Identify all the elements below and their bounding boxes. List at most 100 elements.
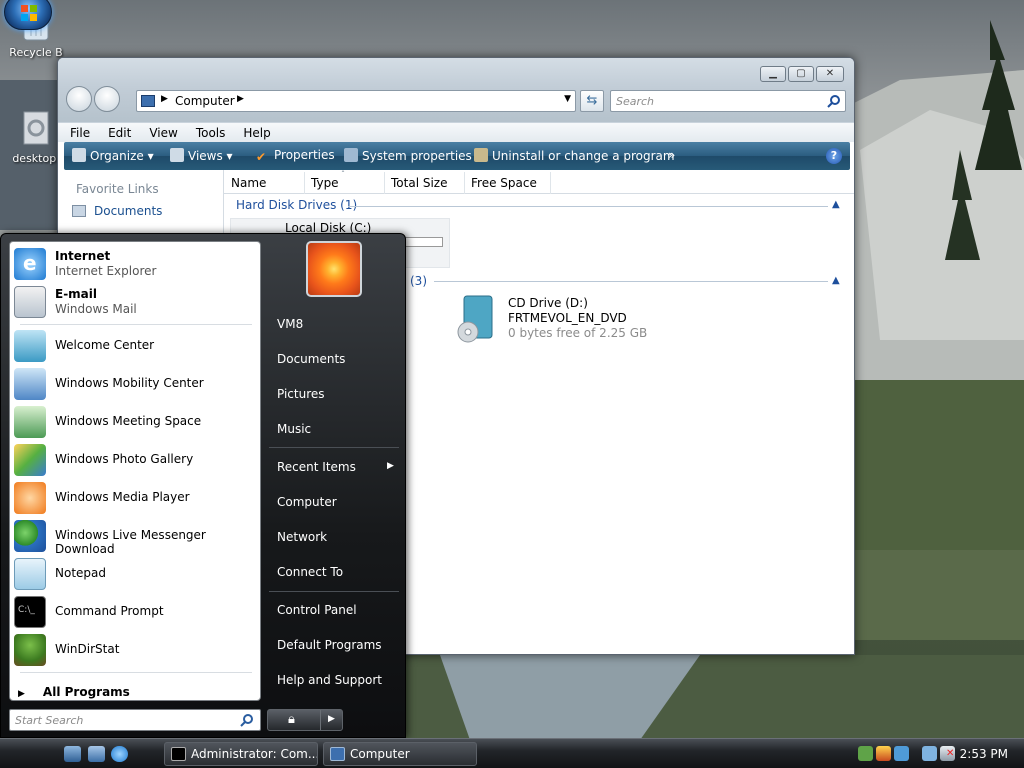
refresh-button[interactable]: ⇆ bbox=[580, 90, 604, 112]
meeting-space-icon bbox=[14, 406, 46, 438]
submenu-arrow-icon: ▶ bbox=[387, 461, 394, 471]
collapse-group-icon[interactable]: ▲ bbox=[832, 199, 840, 210]
windows-mail-icon bbox=[14, 286, 46, 318]
windows-update-icon[interactable] bbox=[894, 746, 909, 761]
show-desktop-icon[interactable] bbox=[64, 746, 81, 762]
menu-bar: File Edit View Tools Help bbox=[58, 122, 854, 142]
menu-tools[interactable]: Tools bbox=[184, 123, 232, 140]
pinned-email[interactable]: E-mail Windows Mail bbox=[14, 284, 258, 320]
more-commands-button[interactable]: » bbox=[668, 148, 675, 162]
program-command-prompt[interactable]: C:\_ Command Prompt bbox=[14, 594, 258, 630]
security-shield-icon[interactable] bbox=[876, 746, 891, 761]
start-right-default-programs[interactable]: Default Programs bbox=[277, 638, 382, 652]
maximize-button[interactable]: ▢ bbox=[788, 66, 814, 82]
switch-windows-icon[interactable] bbox=[88, 746, 105, 762]
column-headers: Name Type ˆ Total Size Free Space bbox=[224, 170, 854, 194]
start-right-help-support[interactable]: Help and Support bbox=[277, 673, 382, 687]
address-dropdown-icon[interactable]: ▼ bbox=[564, 94, 571, 104]
column-type[interactable]: Type bbox=[311, 176, 339, 190]
menu-view[interactable]: View bbox=[137, 123, 183, 140]
close-button[interactable]: ✕ bbox=[816, 66, 844, 82]
system-clock[interactable]: 2:53 PM bbox=[960, 747, 1008, 761]
start-menu-programs-pane: e Internet Internet Explorer E-mail Wind… bbox=[9, 241, 261, 701]
search-input[interactable]: Search bbox=[616, 95, 654, 108]
program-photo-gallery[interactable]: Windows Photo Gallery bbox=[14, 442, 258, 478]
favorite-link-documents[interactable]: Documents bbox=[72, 204, 162, 218]
taskbar-button-computer[interactable]: Computer bbox=[323, 742, 477, 766]
properties-button[interactable]: ✔ Properties bbox=[256, 148, 335, 164]
media-player-icon bbox=[14, 482, 46, 514]
pinned-internet[interactable]: e Internet Internet Explorer bbox=[14, 246, 258, 282]
start-right-user[interactable]: VM8 bbox=[277, 317, 303, 331]
start-right-network[interactable]: Network bbox=[277, 530, 327, 544]
program-mobility-center[interactable]: Windows Mobility Center bbox=[14, 366, 258, 402]
start-right-computer[interactable]: Computer bbox=[277, 495, 337, 509]
drive-info: 0 bytes free of 2.25 GB bbox=[508, 326, 648, 340]
help-icon[interactable]: ? bbox=[826, 148, 842, 164]
system-properties-button[interactable]: System properties bbox=[344, 148, 472, 163]
search-box[interactable]: Search bbox=[610, 90, 846, 112]
all-programs-button[interactable]: ▶ All Programs bbox=[18, 685, 130, 699]
windirstat-icon bbox=[14, 634, 46, 666]
power-lock-controls: 🔒︎ ▶ bbox=[267, 709, 343, 731]
column-name[interactable]: Name bbox=[231, 176, 266, 190]
drive-name: CD Drive (D:) bbox=[508, 296, 588, 310]
minimize-button[interactable]: ▁ bbox=[760, 66, 786, 82]
start-right-pictures[interactable]: Pictures bbox=[277, 387, 325, 401]
display-tray-icon[interactable] bbox=[922, 746, 937, 761]
menu-edit[interactable]: Edit bbox=[96, 123, 137, 140]
menu-help[interactable]: Help bbox=[231, 123, 276, 140]
start-button[interactable] bbox=[4, 0, 52, 30]
forward-button[interactable] bbox=[94, 86, 120, 112]
menu-file[interactable]: File bbox=[58, 123, 96, 140]
favorite-links-label: Favorite Links bbox=[76, 182, 159, 196]
views-button[interactable]: Views ▾ bbox=[170, 148, 233, 163]
messenger-icon bbox=[14, 520, 46, 552]
computer-icon bbox=[141, 95, 155, 107]
organize-button[interactable]: Organize ▾ bbox=[72, 148, 154, 163]
start-right-music[interactable]: Music bbox=[277, 422, 311, 436]
computer-icon bbox=[330, 747, 345, 761]
views-icon bbox=[170, 148, 184, 162]
column-total-size[interactable]: Total Size bbox=[391, 176, 447, 190]
column-free-space[interactable]: Free Space bbox=[471, 176, 537, 190]
collapse-group-icon[interactable]: ▲ bbox=[832, 275, 840, 286]
power-options-arrow-icon[interactable]: ▶ bbox=[328, 714, 335, 724]
program-media-player[interactable]: Windows Media Player bbox=[14, 480, 258, 516]
documents-icon bbox=[72, 205, 86, 217]
start-search-input[interactable]: Start Search bbox=[15, 714, 83, 727]
arrow-right-icon: ▶ bbox=[18, 689, 25, 699]
internet-explorer-quicklaunch-icon[interactable] bbox=[111, 746, 128, 762]
program-meeting-space[interactable]: Windows Meeting Space bbox=[14, 404, 258, 440]
volume-muted-icon[interactable]: ✕ bbox=[940, 746, 955, 761]
start-menu: e Internet Internet Explorer E-mail Wind… bbox=[0, 233, 406, 738]
program-notepad[interactable]: Notepad bbox=[14, 556, 258, 592]
program-live-messenger[interactable]: Windows Live Messenger Download bbox=[14, 518, 258, 556]
lock-icon[interactable]: 🔒︎ bbox=[288, 712, 295, 727]
user-picture-avatar[interactable] bbox=[306, 241, 362, 297]
start-right-control-panel[interactable]: Control Panel bbox=[277, 603, 357, 617]
drive-cd-d[interactable]: CD Drive (D:) FRTMEVOL_EN_DVD 0 bytes fr… bbox=[454, 294, 674, 346]
start-right-connect-to[interactable]: Connect To bbox=[277, 565, 343, 579]
search-icon[interactable] bbox=[827, 94, 841, 108]
breadcrumb-computer[interactable]: Computer bbox=[175, 94, 235, 108]
group-removable-storage[interactable]: (3) bbox=[410, 274, 427, 288]
breadcrumb-chevron-icon: ▶ bbox=[161, 94, 168, 104]
back-button[interactable] bbox=[66, 86, 92, 112]
taskbar-button-command-prompt[interactable]: Administrator: Com... bbox=[164, 742, 318, 766]
uninstall-program-button[interactable]: Uninstall or change a program bbox=[474, 148, 675, 163]
start-right-documents[interactable]: Documents bbox=[277, 352, 345, 366]
organize-icon bbox=[72, 148, 86, 162]
mobility-center-icon bbox=[14, 368, 46, 400]
desktop-icon-label: desktop. bbox=[12, 152, 60, 165]
windows-logo-icon bbox=[21, 5, 37, 21]
network-tray-icon[interactable] bbox=[858, 746, 873, 761]
start-right-recent-items[interactable]: Recent Items bbox=[277, 460, 356, 474]
program-windirstat[interactable]: WinDirStat bbox=[14, 632, 258, 668]
checkmark-icon: ✔ bbox=[256, 150, 267, 164]
group-hard-disk-drives[interactable]: Hard Disk Drives (1) bbox=[236, 198, 357, 212]
search-icon[interactable] bbox=[240, 713, 254, 727]
start-search-box[interactable]: Start Search bbox=[9, 709, 261, 731]
address-bar[interactable]: ▶ Computer ▶ ▼ bbox=[136, 90, 576, 112]
program-welcome-center[interactable]: Welcome Center bbox=[14, 328, 258, 364]
